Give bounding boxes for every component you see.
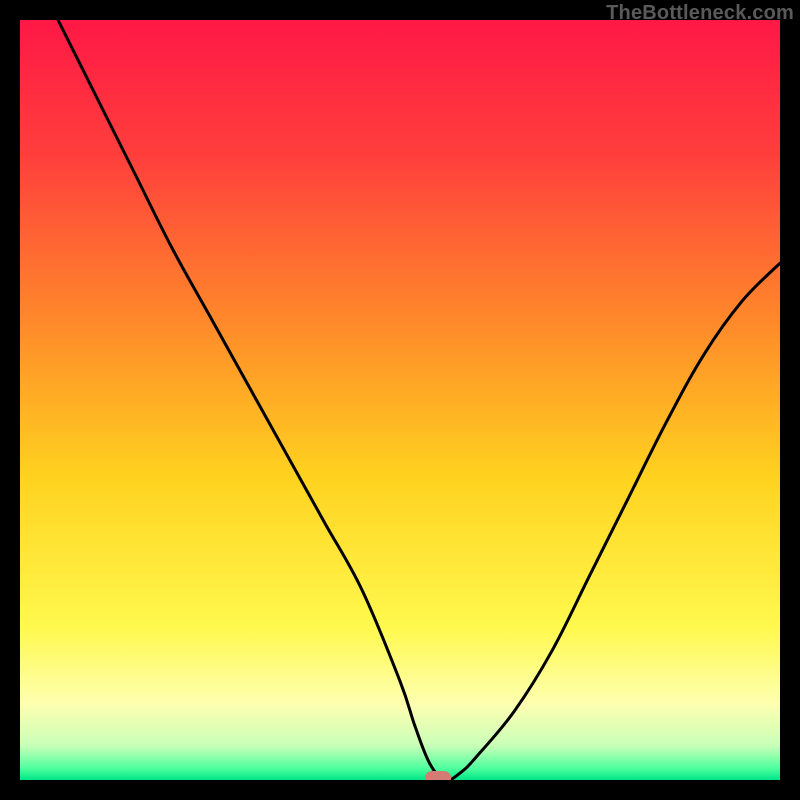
bottleneck-curve — [20, 20, 780, 780]
plot-area — [20, 20, 780, 780]
optimal-marker — [425, 771, 451, 780]
attribution-text: TheBottleneck.com — [606, 2, 794, 25]
chart-frame: TheBottleneck.com — [0, 0, 800, 800]
